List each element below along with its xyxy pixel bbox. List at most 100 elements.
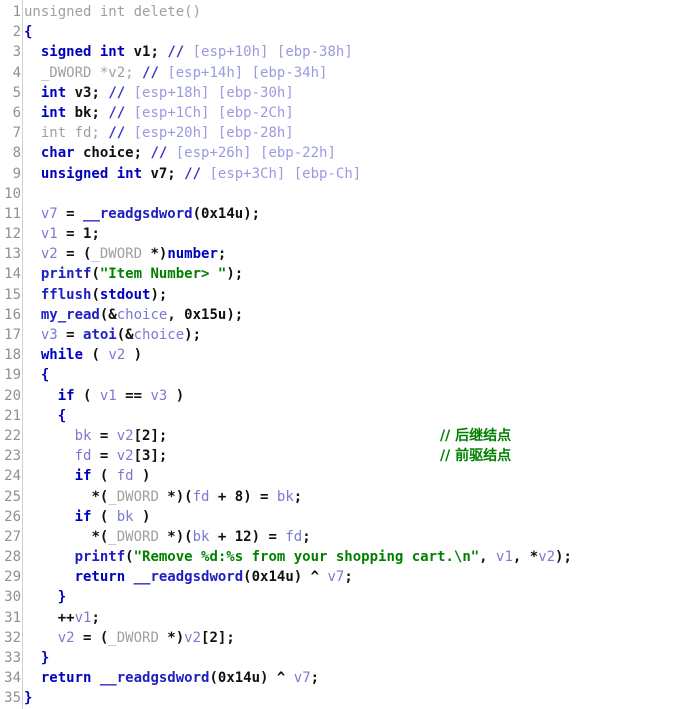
token-var[interactable]: fd (117, 468, 134, 484)
line-text[interactable]: return __readgsdword(0x14u) ^ v7; (21, 668, 682, 688)
line-text[interactable]: printf("Remove %d:%s from your shopping … (21, 547, 682, 567)
token-var[interactable]: v1 (100, 388, 117, 404)
code-line[interactable]: 26 if ( bk ) (0, 507, 682, 527)
line-text[interactable]: *(_DWORD *)(bk + 12) = fd; (21, 527, 682, 547)
token-var[interactable]: fd (75, 448, 92, 464)
code-line[interactable]: 22 bk = v2[2];// 后继结点 (0, 426, 682, 446)
token-var[interactable]: bk (75, 428, 92, 444)
code-line[interactable]: 30 } (0, 587, 682, 607)
code-line[interactable]: 2{ (0, 22, 682, 42)
token-var[interactable]: v1 (496, 549, 513, 565)
code-line[interactable]: 14 printf("Item Number> "); (0, 264, 682, 284)
code-line-list[interactable]: 1 unsigned int delete() 2{3 signed int v1;… (0, 2, 682, 709)
line-text[interactable]: _DWORD *v2; // [esp+14h] [ebp-34h] (21, 63, 682, 83)
line-text[interactable]: { (21, 406, 682, 426)
line-text[interactable]: fflush(stdout); (21, 285, 682, 305)
code-line[interactable]: 31 ++v1; (0, 608, 682, 628)
code-line[interactable]: 29 return __readgsdword(0x14u) ^ v7; (0, 567, 682, 587)
token-var[interactable]: v1 (75, 610, 92, 626)
token-var[interactable]: v3 (41, 327, 58, 343)
code-line[interactable]: 7 int fd; // [esp+20h] [ebp-28h] (0, 123, 682, 143)
line-text[interactable]: ++v1; (21, 608, 682, 628)
line-text[interactable]: unsigned int v7; // [esp+3Ch] [ebp-Ch] (21, 164, 682, 184)
token-var[interactable]: choice (134, 327, 185, 343)
token-fn[interactable]: atoi (83, 327, 117, 343)
code-line[interactable]: 3 signed int v1; // [esp+10h] [ebp-38h] (0, 42, 682, 62)
code-line[interactable]: 18 while ( v2 ) (0, 345, 682, 365)
line-text[interactable]: { (21, 22, 682, 42)
code-line[interactable]: 21 { (0, 406, 682, 426)
code-line[interactable]: 5 int v3; // [esp+18h] [ebp-30h] (0, 83, 682, 103)
code-line[interactable]: 1 unsigned int delete() (0, 2, 682, 22)
token-var[interactable]: bk (117, 509, 134, 525)
code-line[interactable]: 23 fd = v2[3];// 前驱结点 (0, 446, 682, 466)
code-line[interactable]: 17 v3 = atoi(&choice); (0, 325, 682, 345)
code-line[interactable]: 24 if ( fd ) (0, 466, 682, 486)
line-text[interactable]: if ( v1 == v3 ) (21, 386, 682, 406)
line-text[interactable]: } (21, 688, 682, 708)
token-var[interactable]: v2 (41, 246, 58, 262)
line-text[interactable]: v2 = (_DWORD *)v2[2]; (21, 628, 682, 648)
token-gvar[interactable]: number (167, 246, 218, 262)
token-fn[interactable]: __readgsdword (134, 569, 244, 585)
side-comment[interactable]: // 后继结点 (440, 426, 511, 446)
token-var[interactable]: bk (193, 529, 210, 545)
token-var[interactable]: bk (277, 489, 294, 505)
line-text[interactable]: if ( fd ) (21, 466, 682, 486)
token-fn[interactable]: fflush (41, 287, 92, 303)
token-var[interactable]: v2 (108, 347, 125, 363)
line-text[interactable]: my_read(&choice, 0x15u); (21, 305, 682, 325)
code-line[interactable]: 28 printf("Remove %d:%s from your shoppi… (0, 547, 682, 567)
line-text[interactable]: char choice; // [esp+26h] [ebp-22h] (21, 143, 682, 163)
line-text[interactable]: signed int v1; // [esp+10h] [ebp-38h] (21, 42, 682, 62)
code-line[interactable]: 9 unsigned int v7; // [esp+3Ch] [ebp-Ch] (0, 164, 682, 184)
token-var[interactable]: v7 (327, 569, 344, 585)
code-line[interactable]: 13 v2 = (_DWORD *)number; (0, 244, 682, 264)
line-text[interactable]: printf("Item Number> "); (21, 264, 682, 284)
token-var[interactable]: fd (285, 529, 302, 545)
token-fn[interactable]: printf (75, 549, 126, 565)
code-line[interactable]: 35} (0, 688, 682, 708)
line-text[interactable]: int fd; // [esp+20h] [ebp-28h] (21, 123, 682, 143)
line-text[interactable]: return __readgsdword(0x14u) ^ v7; (21, 567, 682, 587)
code-line[interactable]: 19 { (0, 365, 682, 385)
pseudocode-view[interactable]: 1 unsigned int delete() 2{3 signed int v1;… (0, 0, 682, 709)
code-line[interactable]: 10 (0, 184, 682, 204)
code-line[interactable]: 16 my_read(&choice, 0x15u); (0, 305, 682, 325)
line-text[interactable]: if ( bk ) (21, 507, 682, 527)
code-line[interactable]: 32 v2 = (_DWORD *)v2[2]; (0, 628, 682, 648)
code-line[interactable]: 15 fflush(stdout); (0, 285, 682, 305)
token-var[interactable]: v2 (117, 448, 134, 464)
line-text[interactable]: v1 = 1; (21, 224, 682, 244)
code-line[interactable]: 6 int bk; // [esp+1Ch] [ebp-2Ch] (0, 103, 682, 123)
line-text[interactable]: v7 = __readgsdword(0x14u); (21, 204, 682, 224)
code-line[interactable]: 11 v7 = __readgsdword(0x14u); (0, 204, 682, 224)
token-var[interactable]: v7 (41, 206, 58, 222)
line-text[interactable]: int bk; // [esp+1Ch] [ebp-2Ch] (21, 103, 682, 123)
line-text[interactable]: { (21, 365, 682, 385)
code-line[interactable]: 34 return __readgsdword(0x14u) ^ v7; (0, 668, 682, 688)
token-var[interactable]: v2 (58, 630, 75, 646)
token-fn[interactable]: my_read (41, 307, 100, 323)
token-var[interactable]: v1 (41, 226, 58, 242)
token-var[interactable]: v2 (184, 630, 201, 646)
token-fn[interactable]: printf (41, 266, 92, 282)
token-var[interactable]: v7 (294, 670, 311, 686)
line-text[interactable]: int v3; // [esp+18h] [ebp-30h] (21, 83, 682, 103)
token-gvar[interactable]: stdout (100, 287, 151, 303)
line-text[interactable]: v2 = (_DWORD *)number; (21, 244, 682, 264)
line-text[interactable]: while ( v2 ) (21, 345, 682, 365)
line-text[interactable]: } (21, 587, 682, 607)
code-line[interactable]: 33 } (0, 648, 682, 668)
code-line[interactable]: 8 char choice; // [esp+26h] [ebp-22h] (0, 143, 682, 163)
code-line[interactable]: 12 v1 = 1; (0, 224, 682, 244)
line-text[interactable]: bk = v2[2];// 后继结点 (21, 426, 682, 446)
code-line[interactable]: 27 *(_DWORD *)(bk + 12) = fd; (0, 527, 682, 547)
code-line[interactable]: 4 _DWORD *v2; // [esp+14h] [ebp-34h] (0, 63, 682, 83)
token-fn[interactable]: __readgsdword (83, 206, 193, 222)
line-text[interactable]: *(_DWORD *)(fd + 8) = bk; (21, 487, 682, 507)
token-fn[interactable]: __readgsdword (100, 670, 210, 686)
line-text[interactable]: unsigned int delete() (21, 2, 682, 22)
line-text[interactable]: v3 = atoi(&choice); (21, 325, 682, 345)
token-var[interactable]: v3 (150, 388, 167, 404)
